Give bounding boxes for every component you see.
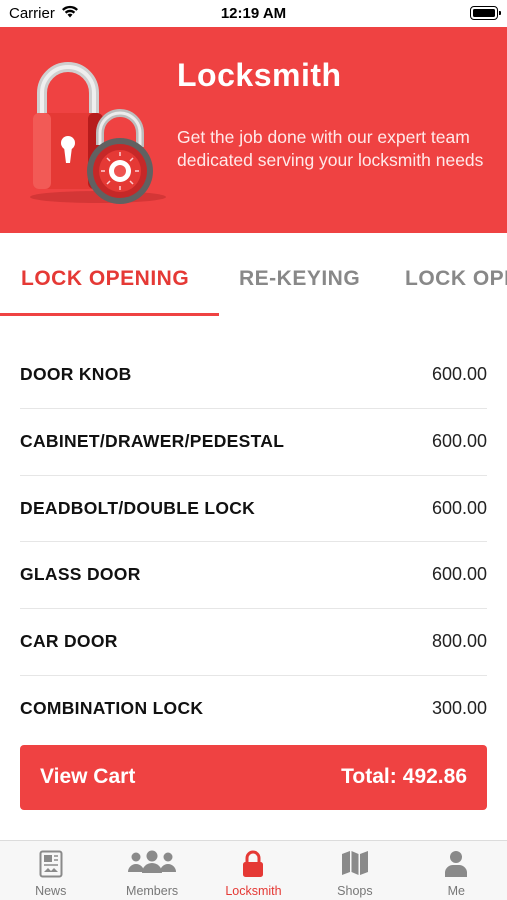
person-icon [445, 851, 468, 877]
list-item[interactable]: CAR DOOR 800.00 [20, 609, 487, 676]
tab-lock-opening[interactable]: LOCK OPENING [21, 267, 189, 291]
service-name: DOOR KNOB [20, 364, 132, 384]
service-price: 300.00 [431, 697, 487, 718]
service-list: DOOR KNOB 600.00 CABINET/DRAWER/PEDESTAL… [20, 342, 487, 743]
service-name: COMBINATION LOCK [20, 697, 204, 718]
tabbar-label: Members [126, 884, 179, 898]
list-item[interactable]: COMBINATION LOCK 300.00 [20, 676, 487, 743]
news-icon [39, 850, 63, 878]
active-tab-indicator [0, 313, 219, 316]
cart-total-value: 492.86 [402, 765, 467, 788]
service-name: CAR DOOR [20, 631, 118, 652]
bottom-tab-bar: News Members Locksmith Shops Me [0, 840, 507, 900]
tabbar-label: Me [447, 884, 465, 898]
tabbar-item-me[interactable]: Me [406, 841, 507, 900]
padlocks-illustration [30, 62, 166, 204]
service-price: 600.00 [431, 364, 487, 384]
service-price: 600.00 [431, 430, 487, 451]
tab-re-keying[interactable]: RE-KEYING [239, 267, 360, 291]
members-icon [128, 850, 177, 873]
tabbar-item-shops[interactable]: Shops [304, 841, 405, 900]
list-item[interactable]: DOOR KNOB 600.00 [20, 342, 487, 409]
page-title: Locksmith [177, 57, 342, 93]
tabbar-label: Locksmith [225, 884, 282, 898]
cart-total: Total: 492.86 [335, 765, 467, 789]
category-tabs: LOCK OPENING RE-KEYING LOCK OPENING [0, 233, 507, 317]
cart-total-label: Total: [341, 765, 397, 788]
tabbar-label: Shops [337, 884, 373, 898]
service-name: DEADBOLT/DOUBLE LOCK [20, 497, 256, 518]
service-name: CABINET/DRAWER/PEDESTAL [20, 430, 285, 451]
status-time: 12:19 AM [220, 5, 287, 22]
list-item[interactable]: GLASS DOOR 600.00 [20, 542, 487, 610]
tabbar-item-members[interactable]: Members [101, 841, 202, 900]
tab-lock-opening-2[interactable]: LOCK OPENING [405, 267, 507, 291]
service-price: 600.00 [431, 497, 487, 518]
list-item[interactable]: DEADBOLT/DOUBLE LOCK 600.00 [20, 476, 487, 543]
map-icon [341, 851, 368, 875]
lock-icon [243, 850, 264, 877]
list-item[interactable]: CABINET/DRAWER/PEDESTAL 600.00 [20, 409, 487, 476]
service-name: GLASS DOOR [20, 564, 141, 585]
tabbar-label: News [35, 884, 67, 898]
service-price: 800.00 [431, 631, 487, 652]
service-price: 600.00 [431, 564, 487, 585]
battery-icon [470, 6, 501, 20]
header-banner: Locksmith Get the job done with our expe… [0, 27, 507, 233]
tabbar-item-news[interactable]: News [0, 841, 101, 900]
view-cart-button[interactable]: View Cart Total: 492.86 [20, 745, 487, 810]
banner-description: Get the job done with our expert team de… [177, 127, 484, 170]
tabbar-item-locksmith[interactable]: Locksmith [203, 841, 304, 900]
status-bar: Carrier 12:19 AM [0, 0, 507, 27]
view-cart-label: View Cart [40, 765, 136, 788]
